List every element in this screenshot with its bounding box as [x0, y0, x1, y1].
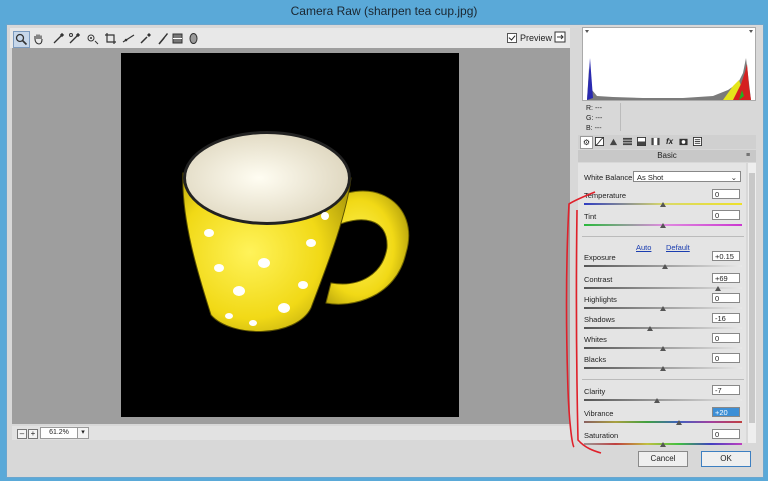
divider	[582, 236, 744, 237]
white-balance-label: White Balance:	[584, 173, 635, 182]
slider-value-vibrance[interactable]: +20	[712, 407, 740, 417]
slider-label-vibrance: Vibrance	[584, 409, 614, 418]
lens-icon[interactable]	[650, 136, 661, 147]
straighten-tool-icon[interactable]	[121, 31, 136, 46]
slider-value-saturation[interactable]: 0	[712, 429, 740, 439]
panel-menu-icon[interactable]: ≡	[746, 152, 750, 159]
slider-label-whites: Whites	[584, 335, 607, 344]
panel-title: Basic	[578, 150, 756, 162]
status-bar	[12, 426, 570, 440]
b-label: B:	[586, 125, 593, 132]
slider-value-clarity[interactable]: -7	[712, 385, 740, 395]
slider-label-clarity: Clarity	[584, 387, 606, 396]
g-label: G:	[586, 115, 594, 122]
slider-thumb-temperature[interactable]	[660, 202, 666, 207]
toolbar	[10, 28, 570, 48]
white-balance-value: As Shot	[637, 173, 664, 182]
slider-value-whites[interactable]: 0	[712, 333, 740, 343]
zoom-tool-icon[interactable]	[13, 31, 30, 48]
basic-icon[interactable]: ⚙	[580, 136, 593, 149]
r-label: R:	[586, 105, 593, 112]
panel-title-label: Basic	[657, 151, 677, 160]
fx-icon[interactable]: fx	[664, 136, 675, 147]
b-value: ---	[594, 125, 602, 132]
cancel-button[interactable]: Cancel	[638, 451, 688, 467]
slider-thumb-blacks[interactable]	[660, 366, 666, 371]
slider-thumb-vibrance[interactable]	[675, 420, 682, 425]
slider-value-exposure[interactable]: +0.15	[712, 251, 740, 261]
photo-preview[interactable]	[121, 53, 459, 417]
slider-thumb-whites[interactable]	[660, 346, 666, 351]
tone-curve-icon[interactable]	[594, 136, 605, 147]
crop-tool-icon[interactable]	[103, 31, 118, 46]
rgb-readout: R: --- G: --- B: ---	[586, 104, 602, 134]
window-title-bar: Camera Raw (sharpen tea cup.jpg)	[0, 0, 768, 22]
camera-calibration-icon[interactable]	[678, 136, 689, 147]
slider-label-tint: Tint	[584, 212, 597, 221]
slider-thumb-exposure[interactable]	[661, 264, 668, 269]
slider-thumb-saturation[interactable]	[660, 442, 666, 447]
split-toning-icon[interactable]	[636, 136, 647, 147]
slider-thumb-clarity[interactable]	[654, 398, 661, 403]
preview-checkbox[interactable]	[507, 33, 517, 43]
slider-label-exposure: Exposure	[584, 253, 616, 262]
slider-value-highlights[interactable]: 0	[712, 293, 740, 303]
default-link[interactable]: Default	[666, 243, 690, 252]
white-balance-tool-icon[interactable]	[51, 31, 66, 46]
slider-thumb-shadows[interactable]	[647, 326, 654, 331]
auto-link[interactable]: Auto	[636, 243, 651, 252]
preview-toggle[interactable]: Preview	[507, 33, 552, 43]
white-balance-select[interactable]: As Shot ⌄	[633, 171, 741, 182]
zoom-level[interactable]: 61.2%	[40, 427, 78, 439]
slider-track-clarity[interactable]	[584, 399, 742, 401]
targeted-adjustment-tool-icon[interactable]	[85, 31, 100, 46]
slider-label-shadows: Shadows	[584, 315, 615, 324]
zoom-in-button[interactable]: +	[28, 429, 38, 439]
slider-track-vibrance[interactable]	[584, 421, 742, 423]
panel-scrollbar[interactable]	[748, 163, 756, 443]
slider-value-temperature[interactable]: 0	[712, 189, 740, 199]
adjustment-brush-tool-icon[interactable]	[155, 31, 170, 46]
slider-label-temperature: Temperature	[584, 191, 627, 200]
slider-thumb-highlights[interactable]	[660, 306, 666, 311]
hand-tool-icon[interactable]	[31, 31, 46, 46]
preview-label: Preview	[520, 33, 553, 43]
tea-cup-image	[182, 131, 410, 332]
color-sampler-tool-icon[interactable]	[67, 31, 82, 46]
slider-thumb-tint[interactable]	[660, 223, 666, 228]
slider-label-highlights: Highlights	[584, 295, 617, 304]
chevron-down-icon: ⌄	[730, 173, 737, 182]
slider-label-blacks: Blacks	[584, 355, 607, 364]
divider	[582, 379, 744, 380]
slider-track-shadows[interactable]	[584, 327, 742, 329]
radial-filter-tool-icon[interactable]	[186, 31, 201, 46]
graduated-filter-tool-icon[interactable]	[170, 31, 185, 46]
slider-value-shadows[interactable]: -16	[712, 313, 740, 323]
r-value: ---	[594, 105, 602, 112]
ok-button[interactable]: OK	[701, 451, 751, 467]
window-title: Camera Raw (sharpen tea cup.jpg)	[290, 4, 478, 18]
hsl-icon[interactable]	[622, 136, 633, 147]
zoom-dropdown[interactable]: ▾	[77, 427, 89, 439]
rgb-divider	[620, 103, 621, 131]
slider-label-contrast: Contrast	[584, 275, 613, 284]
slider-value-contrast[interactable]: +69	[712, 273, 740, 283]
presets-icon[interactable]	[692, 136, 703, 147]
g-value: ---	[595, 115, 603, 122]
slider-thumb-contrast[interactable]	[715, 286, 722, 291]
scrollbar-thumb[interactable]	[749, 173, 755, 423]
histogram	[582, 27, 756, 101]
slider-label-saturation: Saturation	[584, 431, 619, 440]
zoom-out-button[interactable]: –	[17, 429, 27, 439]
spot-removal-tool-icon[interactable]	[138, 31, 153, 46]
slider-value-tint[interactable]: 0	[712, 210, 740, 220]
detail-icon[interactable]	[608, 136, 619, 147]
slider-value-blacks[interactable]: 0	[712, 353, 740, 363]
fullscreen-icon[interactable]	[554, 31, 566, 43]
